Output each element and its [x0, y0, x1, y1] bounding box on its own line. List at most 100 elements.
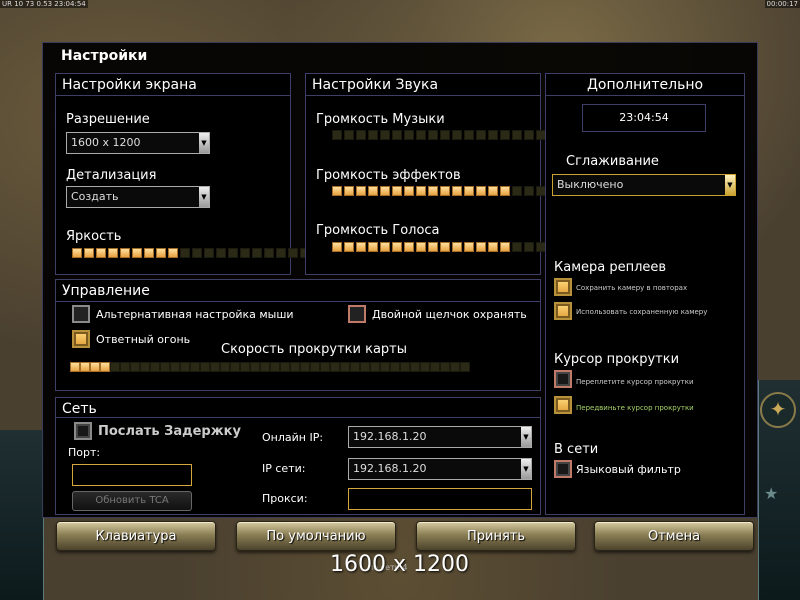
- slider-segment[interactable]: [416, 186, 426, 196]
- slider-segment[interactable]: [464, 242, 474, 252]
- resolution-dropdown[interactable]: 1600 x 1200 ▼: [66, 132, 210, 154]
- cancel-button[interactable]: Отмена: [594, 521, 754, 551]
- slider-segment[interactable]: [220, 362, 230, 372]
- voice-volume-slider[interactable]: [332, 242, 570, 252]
- defaults-button[interactable]: По умолчанию: [236, 521, 396, 551]
- keyboard-button[interactable]: Клавиатура: [56, 521, 216, 551]
- slider-segment[interactable]: [524, 130, 534, 140]
- slider-segment[interactable]: [344, 186, 354, 196]
- slider-segment[interactable]: [440, 362, 450, 372]
- slider-segment[interactable]: [500, 130, 510, 140]
- chevron-down-icon[interactable]: ▼: [725, 175, 735, 195]
- slider-segment[interactable]: [190, 362, 200, 372]
- slider-segment[interactable]: [90, 362, 100, 372]
- slider-segment[interactable]: [100, 362, 110, 372]
- slider-segment[interactable]: [276, 248, 286, 258]
- slider-segment[interactable]: [140, 362, 150, 372]
- slider-segment[interactable]: [380, 130, 390, 140]
- slider-segment[interactable]: [240, 248, 250, 258]
- slider-segment[interactable]: [420, 362, 430, 372]
- refresh-tca-button[interactable]: Обновить TCA: [72, 491, 192, 511]
- slider-segment[interactable]: [368, 130, 378, 140]
- slider-segment[interactable]: [332, 242, 342, 252]
- slider-segment[interactable]: [500, 186, 510, 196]
- slider-segment[interactable]: [450, 362, 460, 372]
- slider-segment[interactable]: [344, 130, 354, 140]
- slider-segment[interactable]: [452, 186, 462, 196]
- transfer-cursor-checkbox[interactable]: [554, 396, 572, 414]
- use-saved-camera-checkbox[interactable]: [554, 302, 572, 320]
- save-camera-checkbox[interactable]: [554, 278, 572, 296]
- slider-segment[interactable]: [168, 248, 178, 258]
- slider-segment[interactable]: [440, 242, 450, 252]
- slider-segment[interactable]: [120, 248, 130, 258]
- slider-segment[interactable]: [390, 362, 400, 372]
- slider-segment[interactable]: [180, 248, 190, 258]
- slider-segment[interactable]: [512, 130, 522, 140]
- slider-segment[interactable]: [430, 362, 440, 372]
- antialiasing-dropdown[interactable]: Выключено ▼: [552, 174, 736, 196]
- slider-segment[interactable]: [404, 186, 414, 196]
- slider-segment[interactable]: [476, 242, 486, 252]
- slider-segment[interactable]: [332, 130, 342, 140]
- proxy-input[interactable]: [348, 488, 532, 510]
- slider-segment[interactable]: [340, 362, 350, 372]
- slider-segment[interactable]: [228, 248, 238, 258]
- slider-segment[interactable]: [80, 362, 90, 372]
- slider-segment[interactable]: [320, 362, 330, 372]
- slider-segment[interactable]: [144, 248, 154, 258]
- send-delay-checkbox[interactable]: [74, 422, 92, 440]
- slider-segment[interactable]: [108, 248, 118, 258]
- slider-segment[interactable]: [270, 362, 280, 372]
- slider-segment[interactable]: [230, 362, 240, 372]
- slider-segment[interactable]: [192, 248, 202, 258]
- slider-segment[interactable]: [464, 130, 474, 140]
- effects-volume-slider[interactable]: [332, 186, 570, 196]
- detail-dropdown[interactable]: Создать ▼: [66, 186, 210, 208]
- slider-segment[interactable]: [132, 248, 142, 258]
- slider-segment[interactable]: [380, 362, 390, 372]
- return-fire-checkbox[interactable]: [72, 330, 90, 348]
- slider-segment[interactable]: [416, 242, 426, 252]
- slider-segment[interactable]: [404, 242, 414, 252]
- slider-segment[interactable]: [404, 130, 414, 140]
- slider-segment[interactable]: [250, 362, 260, 372]
- slider-segment[interactable]: [280, 362, 290, 372]
- accept-button[interactable]: Принять: [416, 521, 576, 551]
- slider-segment[interactable]: [440, 186, 450, 196]
- slider-segment[interactable]: [512, 186, 522, 196]
- slider-segment[interactable]: [110, 362, 120, 372]
- chevron-down-icon[interactable]: ▼: [199, 187, 209, 207]
- slider-segment[interactable]: [130, 362, 140, 372]
- slider-segment[interactable]: [300, 362, 310, 372]
- slider-segment[interactable]: [210, 362, 220, 372]
- slider-segment[interactable]: [160, 362, 170, 372]
- slider-segment[interactable]: [428, 242, 438, 252]
- slider-segment[interactable]: [356, 130, 366, 140]
- slider-segment[interactable]: [156, 248, 166, 258]
- language-filter-checkbox[interactable]: [554, 460, 572, 478]
- online-ip-dropdown[interactable]: 192.168.1.20 ▼: [348, 426, 532, 448]
- chevron-down-icon[interactable]: ▼: [199, 133, 209, 153]
- slider-segment[interactable]: [512, 242, 522, 252]
- port-input[interactable]: [72, 464, 192, 486]
- slider-segment[interactable]: [460, 362, 470, 372]
- slider-segment[interactable]: [392, 242, 402, 252]
- slider-segment[interactable]: [524, 242, 534, 252]
- slider-segment[interactable]: [216, 248, 226, 258]
- slider-segment[interactable]: [380, 242, 390, 252]
- slider-segment[interactable]: [200, 362, 210, 372]
- slider-segment[interactable]: [488, 242, 498, 252]
- chevron-down-icon[interactable]: ▼: [521, 427, 531, 447]
- brightness-slider[interactable]: [72, 248, 310, 258]
- slider-segment[interactable]: [368, 242, 378, 252]
- slider-segment[interactable]: [440, 130, 450, 140]
- slider-segment[interactable]: [150, 362, 160, 372]
- slider-segment[interactable]: [356, 186, 366, 196]
- slider-segment[interactable]: [370, 362, 380, 372]
- slider-segment[interactable]: [344, 242, 354, 252]
- slider-segment[interactable]: [392, 130, 402, 140]
- slider-segment[interactable]: [368, 186, 378, 196]
- slider-segment[interactable]: [70, 362, 80, 372]
- slider-segment[interactable]: [360, 362, 370, 372]
